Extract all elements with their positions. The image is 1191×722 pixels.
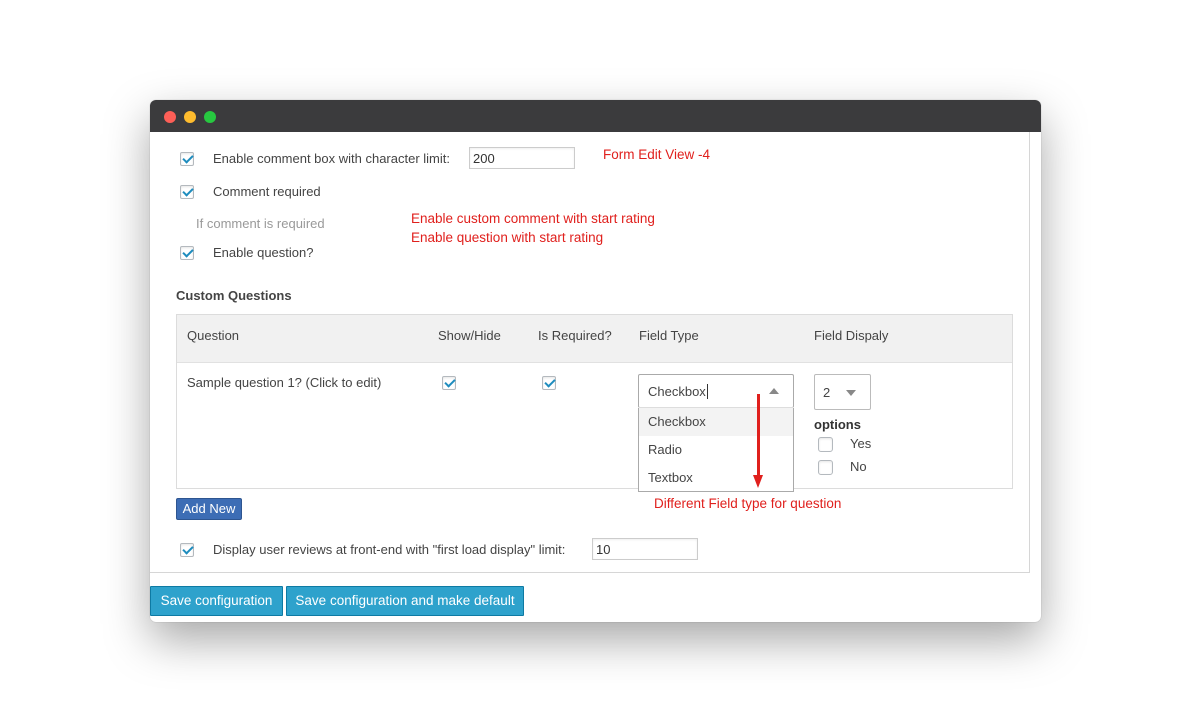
enable-comment-checkbox[interactable] — [180, 152, 194, 166]
annotation-custom-comment: Enable custom comment with start rating — [411, 211, 655, 226]
annotation-arrow-shaft — [757, 394, 760, 477]
option-no-label: No — [850, 459, 867, 474]
header-field-type: Field Type — [639, 328, 699, 343]
annotation-field-type: Different Field type for question — [654, 496, 842, 511]
save-and-make-default-button[interactable]: Save configuration and make default — [286, 586, 524, 616]
save-configuration-button[interactable]: Save configuration — [150, 586, 283, 616]
table-header-row: Question Show/Hide Is Required? Field Ty… — [177, 315, 1012, 363]
field-type-dropdown: Checkbox Radio Textbox — [638, 408, 794, 492]
display-reviews-label: Display user reviews at front-end with "… — [213, 542, 566, 557]
annotation-question-rating: Enable question with start rating — [411, 230, 604, 245]
custom-questions-heading: Custom Questions — [176, 288, 292, 303]
show-hide-checkbox[interactable] — [442, 376, 456, 390]
enable-comment-label: Enable comment box with character limit: — [213, 151, 450, 166]
app-window: Enable comment box with character limit:… — [150, 100, 1041, 622]
title-bar — [150, 100, 1041, 132]
questions-table: Question Show/Hide Is Required? Field Ty… — [176, 314, 1013, 492]
field-type-option-textbox[interactable]: Textbox — [639, 464, 793, 492]
comment-required-checkbox[interactable] — [180, 185, 194, 199]
close-window-button[interactable] — [164, 111, 176, 123]
if-comment-required-label: If comment is required — [196, 216, 325, 231]
enable-question-label: Enable question? — [213, 245, 314, 260]
header-question: Question — [187, 328, 240, 343]
maximize-window-button[interactable] — [204, 111, 216, 123]
add-new-button[interactable]: Add New — [176, 498, 242, 520]
display-reviews-checkbox[interactable] — [180, 543, 194, 557]
display-limit-input[interactable] — [592, 538, 698, 560]
chevron-down-icon — [846, 390, 856, 396]
comment-limit-input[interactable] — [469, 147, 575, 169]
chevron-up-icon — [769, 388, 779, 394]
table-row: Sample question 1? (Click to edit) Check… — [177, 362, 1012, 492]
field-type-option-radio[interactable]: Radio — [639, 436, 793, 464]
minimize-window-button[interactable] — [184, 111, 196, 123]
field-type-select[interactable]: Checkbox — [638, 374, 794, 408]
field-display-select[interactable]: 2 — [814, 374, 871, 410]
field-display-value: 2 — [823, 385, 831, 400]
arrow-down-icon — [753, 475, 763, 488]
field-type-option-checkbox[interactable]: Checkbox — [639, 408, 793, 436]
option-yes-checkbox[interactable] — [818, 437, 833, 452]
option-no-checkbox[interactable] — [818, 460, 833, 475]
settings-panel: Enable comment box with character limit:… — [150, 132, 1030, 573]
options-label: options — [814, 417, 861, 432]
comment-required-label: Comment required — [213, 184, 321, 199]
header-field-display: Field Dispaly — [814, 328, 889, 343]
text-cursor — [707, 384, 708, 399]
enable-question-checkbox[interactable] — [180, 246, 194, 260]
header-is-required: Is Required? — [538, 328, 612, 343]
field-type-selected-value: Checkbox — [648, 384, 706, 399]
annotation-form-edit-view: Form Edit View -4 — [603, 147, 711, 162]
is-required-checkbox[interactable] — [542, 376, 556, 390]
header-show-hide: Show/Hide — [438, 328, 501, 343]
question-text[interactable]: Sample question 1? (Click to edit) — [187, 375, 381, 390]
option-yes-label: Yes — [850, 436, 872, 451]
